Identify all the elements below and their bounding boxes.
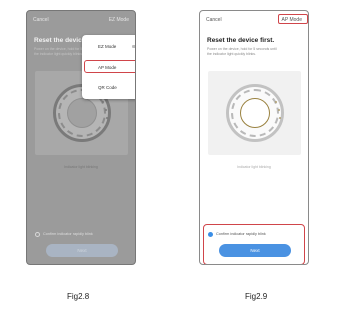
reset-title: Reset the device first. <box>207 37 275 44</box>
indicator-light-icon <box>102 101 104 103</box>
indicator-light-icon <box>105 109 107 111</box>
menu-item-label: QR Code <box>98 85 117 90</box>
indicator-light-icon <box>279 117 281 119</box>
indicator-caption: Indicator light blinking <box>64 165 98 169</box>
thermostat-center <box>239 98 270 128</box>
indicator-caption: Indicator light blinking <box>237 165 271 169</box>
next-button[interactable]: Next <box>46 244 118 257</box>
highlight-ap-mode-box <box>84 60 135 73</box>
cancel-link[interactable]: Cancel <box>33 17 49 23</box>
device-illustration-card <box>208 71 301 155</box>
menu-item-qr-code[interactable]: QR Code <box>86 80 135 95</box>
indicator-light-icon <box>106 117 108 119</box>
confirm-label: Confirm indicator rapidly blink <box>43 232 93 236</box>
indicator-light-icon <box>278 109 280 111</box>
highlight-confirm-box <box>203 224 305 264</box>
highlight-mode-box <box>278 14 308 24</box>
thermostat-center <box>66 98 97 128</box>
confirm-blink-row[interactable]: Confirm indicator rapidly blink <box>35 229 129 239</box>
tag-icon <box>132 45 135 48</box>
menu-item-ez-mode[interactable]: EZ Mode <box>86 39 135 54</box>
top-bar: Cancel EZ Mode <box>27 11 135 29</box>
figure-caption-fig2-9: Fig2.9 <box>245 292 268 301</box>
mode-selector[interactable]: EZ Mode <box>109 17 129 23</box>
confirm-radio-icon[interactable] <box>35 231 40 237</box>
figure-caption-fig2-8: Fig2.8 <box>67 292 90 301</box>
indicator-light-icon <box>275 101 277 103</box>
phone-screenshot-fig2-9: Cancel AP Mode Reset the device first. P… <box>199 10 309 265</box>
reset-instruction: Power on the device, hold for 5 seconds … <box>207 47 277 56</box>
menu-item-label: EZ Mode <box>98 44 117 49</box>
phone-screenshot-fig2-8: Cancel EZ Mode Reset the device first. P… <box>26 10 136 265</box>
cancel-link[interactable]: Cancel <box>206 17 222 23</box>
